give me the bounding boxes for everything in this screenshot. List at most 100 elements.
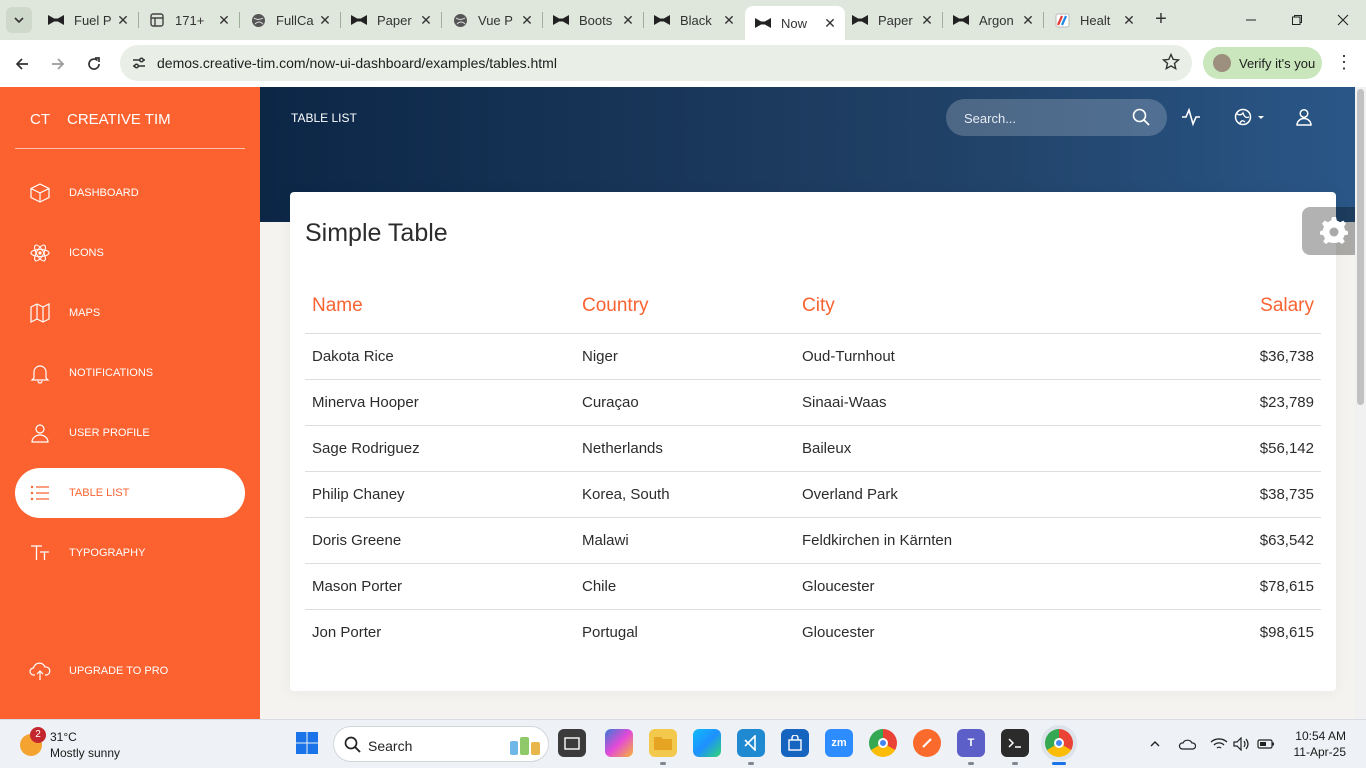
bow-tie-icon bbox=[553, 12, 569, 28]
close-window-button[interactable] bbox=[1320, 0, 1366, 40]
cell-salary: $56,142 bbox=[1135, 425, 1321, 472]
page-title[interactable]: TABLE LIST bbox=[291, 111, 357, 125]
cell-city: Overland Park bbox=[795, 471, 1135, 518]
browser-tab[interactable]: Vue P ✕ bbox=[442, 6, 543, 34]
sidebar-item-label: DASHBOARD bbox=[69, 187, 139, 199]
logo-mini[interactable]: CT bbox=[30, 111, 50, 128]
cell-salary: $36,738 bbox=[1135, 333, 1321, 380]
page-scrollbar[interactable] bbox=[1355, 87, 1366, 719]
system-clock[interactable]: 10:54 AM 11-Apr-25 bbox=[1282, 728, 1346, 760]
caret-down-icon[interactable] bbox=[1256, 106, 1266, 128]
browser-tab[interactable]: 171+ ✕ bbox=[139, 6, 240, 34]
wifi-icon[interactable] bbox=[1209, 734, 1229, 754]
chevron-up-icon[interactable] bbox=[1145, 734, 1165, 754]
list-icon bbox=[29, 482, 51, 504]
postman-icon[interactable] bbox=[913, 729, 941, 757]
close-tab-icon[interactable]: ✕ bbox=[821, 14, 839, 32]
taskbar-search[interactable]: Search bbox=[333, 726, 549, 762]
browser-tab[interactable]: Paper ✕ bbox=[842, 6, 943, 34]
table-row: Dakota Rice Niger Oud-Turnhout $36,738 bbox=[305, 333, 1321, 380]
browser-tab[interactable]: FullCa ✕ bbox=[240, 6, 341, 34]
weather-widget[interactable]: 2 31°C Mostly sunny bbox=[18, 727, 158, 762]
sidebar-item-dashboard[interactable]: DASHBOARD bbox=[15, 168, 245, 218]
sidebar-item-typography[interactable]: TYPOGRAPHY bbox=[15, 528, 245, 578]
sidebar-item-user-profile[interactable]: USER PROFILE bbox=[15, 408, 245, 458]
table-row: Philip Chaney Korea, South Overland Park… bbox=[305, 471, 1321, 518]
sidebar-item-notifications[interactable]: NOTIFICATIONS bbox=[15, 348, 245, 398]
bookmark-star-icon[interactable] bbox=[1162, 53, 1180, 71]
scrollbar-thumb[interactable] bbox=[1357, 89, 1364, 405]
volume-icon[interactable] bbox=[1232, 734, 1252, 754]
sidebar-item-upgrade[interactable]: UPGRADE TO PRO bbox=[15, 646, 245, 696]
tab-title: 171+ bbox=[175, 12, 205, 28]
minimize-button[interactable] bbox=[1228, 0, 1274, 40]
taskbar-search-label: Search bbox=[368, 738, 413, 754]
site-settings-icon[interactable] bbox=[130, 54, 148, 72]
logo-text[interactable]: CREATIVE TIM bbox=[67, 111, 171, 128]
vscode-icon[interactable] bbox=[737, 729, 765, 757]
browser-tab-active[interactable]: Now ✕ bbox=[745, 6, 845, 40]
chrome-icon[interactable] bbox=[869, 729, 897, 757]
cell-salary: $78,615 bbox=[1135, 563, 1321, 610]
browser-tab[interactable]: Boots ✕ bbox=[543, 6, 644, 34]
close-tab-icon[interactable]: ✕ bbox=[316, 11, 334, 29]
clock-date: 11-Apr-25 bbox=[1293, 745, 1346, 759]
cell-name: Jon Porter bbox=[312, 623, 382, 641]
chevron-down-icon bbox=[14, 17, 24, 24]
store-icon[interactable] bbox=[781, 729, 809, 757]
new-tab-button[interactable]: + bbox=[1150, 9, 1172, 31]
close-tab-icon[interactable]: ✕ bbox=[1120, 11, 1138, 29]
close-tab-icon[interactable]: ✕ bbox=[215, 11, 233, 29]
file-explorer-icon[interactable] bbox=[649, 729, 677, 757]
zoom-icon[interactable]: zm bbox=[825, 729, 853, 757]
onedrive-icon[interactable] bbox=[1177, 734, 1197, 754]
search-icon[interactable] bbox=[1132, 108, 1150, 126]
copilot-icon[interactable] bbox=[605, 729, 633, 757]
forward-button[interactable] bbox=[44, 50, 72, 78]
avatar bbox=[1213, 54, 1231, 72]
search-input[interactable]: Search... bbox=[946, 99, 1167, 136]
close-tab-icon[interactable]: ✕ bbox=[114, 11, 132, 29]
tab-search-button[interactable] bbox=[6, 7, 32, 33]
reload-button[interactable] bbox=[80, 50, 108, 78]
browser-tab[interactable]: Fuel P ✕ bbox=[38, 6, 139, 34]
account-link[interactable] bbox=[1293, 106, 1315, 128]
restore-button[interactable] bbox=[1274, 0, 1320, 40]
atom-icon bbox=[29, 242, 51, 264]
terminal-icon[interactable] bbox=[1001, 729, 1029, 757]
verify-profile-button[interactable]: Verify it's you bbox=[1203, 47, 1322, 79]
sidebar-item-table-list[interactable]: TABLE LIST bbox=[15, 468, 245, 518]
back-button[interactable] bbox=[8, 50, 36, 78]
browser-tab[interactable]: Black ✕ bbox=[644, 6, 744, 34]
battery-icon[interactable] bbox=[1256, 734, 1276, 754]
browser-tab[interactable]: Paper ✕ bbox=[341, 6, 442, 34]
close-tab-icon[interactable]: ✕ bbox=[720, 11, 738, 29]
start-button[interactable] bbox=[293, 729, 321, 757]
close-tab-icon[interactable]: ✕ bbox=[417, 11, 435, 29]
sidebar-item-icons[interactable]: ICONS bbox=[15, 228, 245, 278]
tab-title: Paper bbox=[878, 12, 913, 28]
cell-city: Gloucester bbox=[795, 563, 1135, 610]
edge-icon[interactable] bbox=[693, 729, 721, 757]
close-tab-icon[interactable]: ✕ bbox=[518, 11, 536, 29]
active-indicator bbox=[1052, 762, 1066, 765]
chrome-profile-icon[interactable] bbox=[1045, 729, 1073, 757]
close-tab-icon[interactable]: ✕ bbox=[619, 11, 637, 29]
address-bar[interactable]: demos.creative-tim.com/now-ui-dashboard/… bbox=[120, 45, 1192, 81]
task-view-icon[interactable] bbox=[558, 729, 586, 757]
close-tab-icon[interactable]: ✕ bbox=[918, 11, 936, 29]
browser-menu-icon[interactable]: ⋮ bbox=[1334, 52, 1354, 76]
browser-tab[interactable]: Argon ✕ bbox=[943, 6, 1044, 34]
sidebar-item-maps[interactable]: MAPS bbox=[15, 288, 245, 338]
cell-country: Portugal bbox=[582, 623, 638, 641]
teams-icon[interactable]: T bbox=[957, 729, 985, 757]
table-row: Doris Greene Malawi Feldkirchen in Kärnt… bbox=[305, 517, 1321, 564]
sidebar-logo[interactable]: CT CREATIVE TIM bbox=[15, 87, 245, 149]
browser-tab[interactable]: Healt ✕ bbox=[1044, 6, 1144, 34]
figma-icon bbox=[149, 12, 165, 28]
cell-country: Niger bbox=[575, 333, 795, 380]
cell-salary: $63,542 bbox=[1135, 517, 1321, 564]
stats-link[interactable] bbox=[1180, 106, 1202, 128]
globe-dropdown[interactable] bbox=[1232, 106, 1254, 128]
close-tab-icon[interactable]: ✕ bbox=[1019, 11, 1037, 29]
